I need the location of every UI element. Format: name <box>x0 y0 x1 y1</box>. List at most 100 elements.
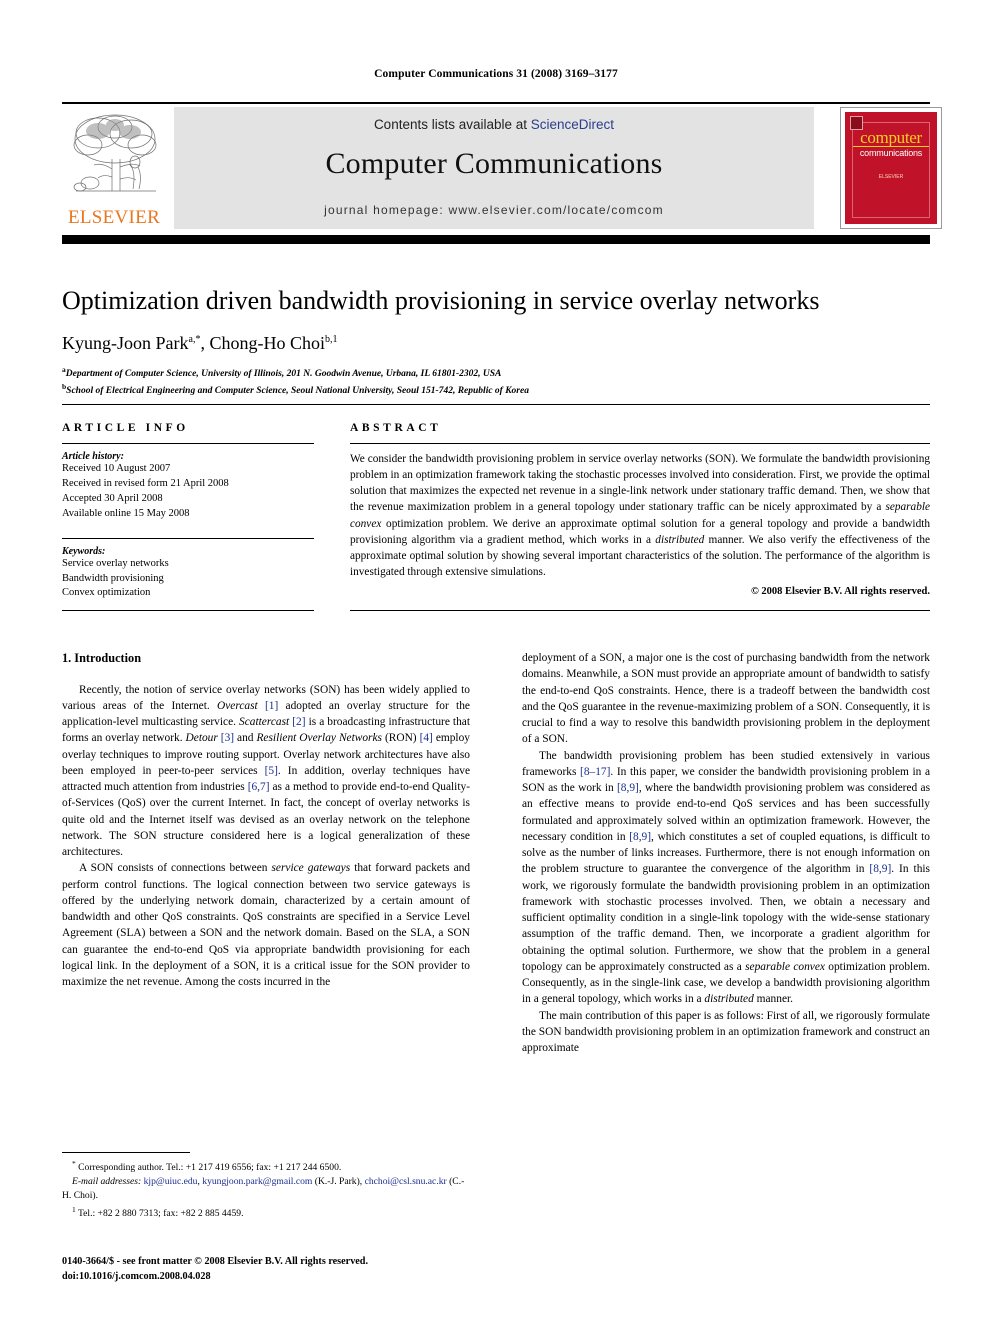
p2-text-b: that forward packets and perform control… <box>62 862 471 989</box>
author-list: Kyung-Joon Parka,*, Chong-Ho Choib,1 <box>62 332 930 355</box>
footnote-rule <box>62 1152 190 1153</box>
footnote-telephone: 1 Tel.: +82 2 880 7313; fax: +82 2 885 4… <box>62 1205 470 1221</box>
p1-em-detour: Detour <box>185 732 218 745</box>
journal-title: Computer Communications <box>325 147 663 180</box>
p1-em-overcast: Overcast <box>217 699 258 712</box>
keyword-1: Service overlay networks <box>62 557 169 569</box>
p1-em-scattercast: Scattercast <box>239 716 290 729</box>
keywords-label: Keywords: <box>62 545 106 557</box>
journal-masthead: ELSEVIER Contents lists available at Sci… <box>62 102 942 244</box>
paragraph-intro-2-cont: deployment of a SON, a major one is the … <box>522 652 930 746</box>
article-history-label: Article history: <box>62 451 124 462</box>
journal-banner: Contents lists available at ScienceDirec… <box>174 107 814 229</box>
cover-title-line1: computer <box>860 128 922 147</box>
body-column-left: 1. Introduction Recently, the notion of … <box>62 650 470 990</box>
keywords-rule <box>62 537 314 539</box>
body-column-right: deployment of a SON, a major one is the … <box>522 650 930 1056</box>
abstract-em-2: distributed <box>655 533 705 546</box>
author-separator: , Chong-Ho Choi <box>200 333 325 354</box>
email-link-1[interactable]: kjp@uiuc.edu <box>144 1176 198 1187</box>
title-block: Optimization driven bandwidth provisioni… <box>62 285 930 399</box>
sciencedirect-link[interactable]: ScienceDirect <box>531 117 614 132</box>
citation-3[interactable]: [3] <box>221 732 234 744</box>
keyword-2: Bandwidth provisioning <box>62 572 164 584</box>
citation-8-9-a[interactable]: [8,9] <box>617 782 639 794</box>
paragraph-intro-4: The main contribution of this paper is a… <box>522 1009 930 1055</box>
masthead-bottom-bar <box>62 235 930 244</box>
keywords-section: Keywords: Service overlay networks Bandw… <box>62 537 314 602</box>
footnote-emails: E-mail addresses: kjp@uiuc.edu, kyungjoo… <box>62 1175 470 1203</box>
email-addresses-label: E-mail addresses: <box>72 1176 142 1188</box>
history-received: Received 10 August 2007 <box>62 463 171 474</box>
affiliation-b-text: School of Electrical Engineering and Com… <box>66 385 529 396</box>
affiliations: aDepartment of Computer Science, Univers… <box>62 365 930 399</box>
contents-lists-prefix: Contents lists available at <box>373 117 531 132</box>
affiliation-b: bSchool of Electrical Engineering and Co… <box>62 382 930 399</box>
article-info-rule <box>62 443 314 444</box>
info-top-rule <box>62 404 930 405</box>
footnote-corresponding-text: Corresponding author. Tel.: +1 217 419 6… <box>75 1162 342 1174</box>
paragraph-intro-1: Recently, the notion of service overlay … <box>62 682 470 861</box>
cover-title-line2: communications <box>859 148 923 158</box>
elsevier-wordmark: ELSEVIER <box>67 207 161 228</box>
journal-cover-art: computer communications ELSEVIER <box>845 112 937 224</box>
cover-divider <box>853 146 929 147</box>
section-title-introduction: 1. Introduction <box>62 651 142 665</box>
article-info-column: ARTICLE INFO Article history: Received 1… <box>62 422 314 601</box>
p1-text-d: and <box>234 732 257 745</box>
abstract-bottom-rule <box>350 610 930 611</box>
citation-5[interactable]: [5] <box>265 765 278 777</box>
footnote-corresponding-author: * Corresponding author. Tel.: +1 217 419… <box>62 1159 470 1175</box>
abstract-text: We consider the bandwidth provisioning p… <box>350 451 930 580</box>
journal-homepage-link[interactable]: journal homepage: www.elsevier.com/locat… <box>174 203 814 217</box>
author-1: Kyung-Joon Park <box>62 333 189 354</box>
page-title: Optimization driven bandwidth provisioni… <box>62 286 820 315</box>
abstract-part-1: We consider the bandwidth provisioning p… <box>350 453 930 514</box>
abstract-copyright: © 2008 Elsevier B.V. All rights reserved… <box>750 586 930 598</box>
info-bottom-rule <box>62 610 314 611</box>
r2-em-separable-convex: separable convex <box>745 960 825 973</box>
history-revised: Received in revised form 21 April 2008 <box>62 477 229 489</box>
paragraph-intro-3: The bandwidth provisioning problem has b… <box>522 748 930 1008</box>
journal-cover-thumbnail: computer communications ELSEVIER <box>840 107 942 229</box>
paragraph-intro-2: A SON consists of connections between se… <box>62 860 470 990</box>
abstract-rule <box>350 443 930 444</box>
citation-8-9-c[interactable]: [8,9] <box>869 863 891 875</box>
elsevier-tree-icon <box>73 114 157 192</box>
article-info-heading: ARTICLE INFO <box>62 422 189 434</box>
citation-2[interactable]: [2] <box>292 716 305 728</box>
affiliation-a-text: Department of Computer Science, Universi… <box>65 368 502 379</box>
cover-publisher-badge: ELSEVIER <box>878 174 904 180</box>
p1-text-e: (RON) <box>381 732 420 745</box>
author-2-marker: b,1 <box>324 334 338 346</box>
p2-em-service-gateways: service gateways <box>271 862 351 875</box>
contents-lists-line: Contents lists available at ScienceDirec… <box>174 117 814 132</box>
citation-6-7[interactable]: [6,7] <box>248 781 270 793</box>
r2-text-g: manner. <box>753 993 794 1006</box>
keyword-3: Convex optimization <box>62 587 151 599</box>
footnotes-block: * Corresponding author. Tel.: +1 217 419… <box>62 1152 470 1221</box>
running-head: Computer Communications 31 (2008) 3169–3… <box>374 68 618 80</box>
email-link-3[interactable]: chchoi@csl.snu.ac.kr <box>365 1176 447 1187</box>
r2-em-distributed: distributed <box>704 993 754 1006</box>
footnote-telephone-text: Tel.: +82 2 880 7313; fax: +82 2 885 445… <box>75 1208 244 1220</box>
abstract-heading: ABSTRACT <box>350 422 442 434</box>
citation-8-9-b[interactable]: [8,9] <box>629 831 651 843</box>
issn-front-matter: 0140-3664/$ - see front matter © 2008 El… <box>62 1256 369 1267</box>
email-link-2[interactable]: kyungjoon.park@gmail.com <box>202 1176 312 1187</box>
masthead-top-rule <box>62 102 930 104</box>
history-online: Available online 15 May 2008 <box>62 507 190 519</box>
citation-1[interactable]: [1] <box>265 700 278 712</box>
citation-4[interactable]: [4] <box>420 732 433 744</box>
imprint-block: 0140-3664/$ - see front matter © 2008 El… <box>62 1255 562 1285</box>
p1-em-ron: Resilient Overlay Networks <box>256 732 382 745</box>
elsevier-logo: ELSEVIER <box>62 107 166 232</box>
affiliation-a: aDepartment of Computer Science, Univers… <box>62 365 930 382</box>
author-1-marker: a,* <box>188 334 201 346</box>
doi-line[interactable]: doi:10.1016/j.comcom.2008.04.028 <box>62 1270 562 1285</box>
history-accepted: Accepted 30 April 2008 <box>62 492 163 504</box>
email-owner-1: (K.-J. Park), <box>312 1176 365 1188</box>
citation-8-17[interactable]: [8–17] <box>580 766 610 778</box>
article-page: Computer Communications 31 (2008) 3169–3… <box>0 0 992 1323</box>
abstract-column: ABSTRACT We consider the bandwidth provi… <box>350 422 930 597</box>
